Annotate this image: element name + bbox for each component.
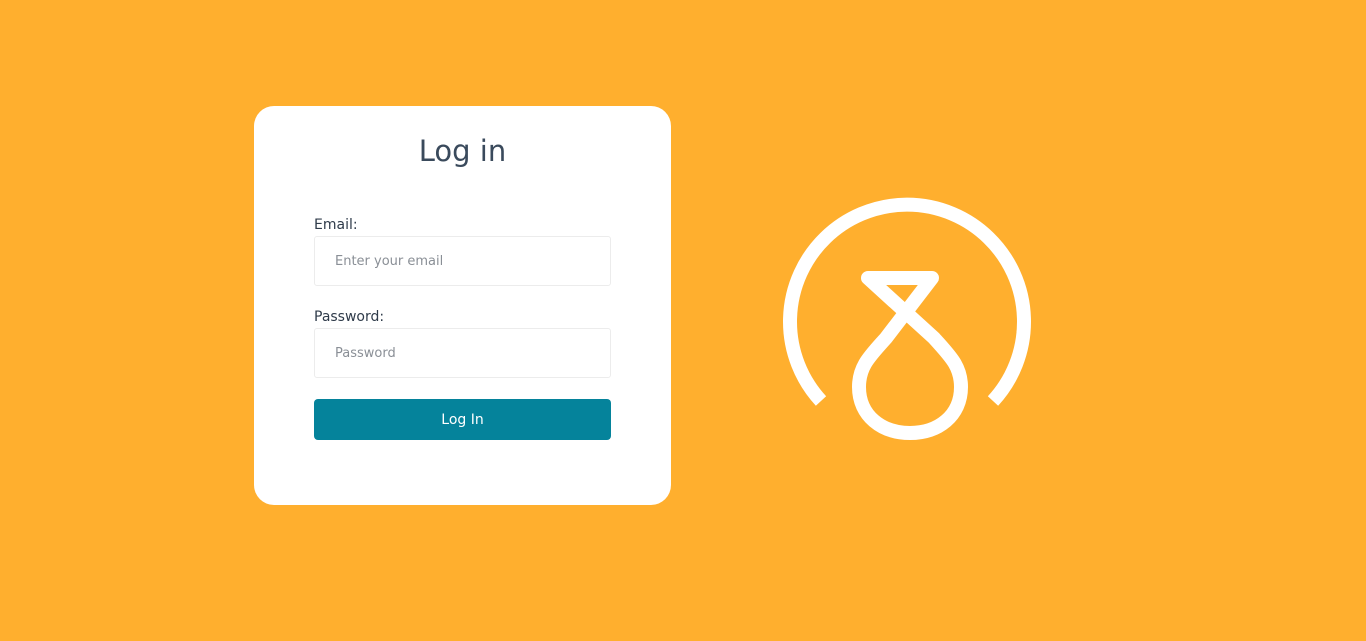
brand-logo xyxy=(780,190,1040,445)
email-field[interactable] xyxy=(314,236,611,286)
page-title: Log in xyxy=(418,134,507,168)
password-field[interactable] xyxy=(314,328,611,378)
login-page: Log in Email: Password: Log In xyxy=(0,0,1366,641)
login-card: Log in Email: Password: Log In xyxy=(254,106,671,505)
circle-figure-eight-logo-icon xyxy=(783,197,1031,440)
login-button[interactable]: Log In xyxy=(314,399,611,440)
password-label: Password: xyxy=(314,309,385,325)
email-label: Email: xyxy=(314,217,358,233)
